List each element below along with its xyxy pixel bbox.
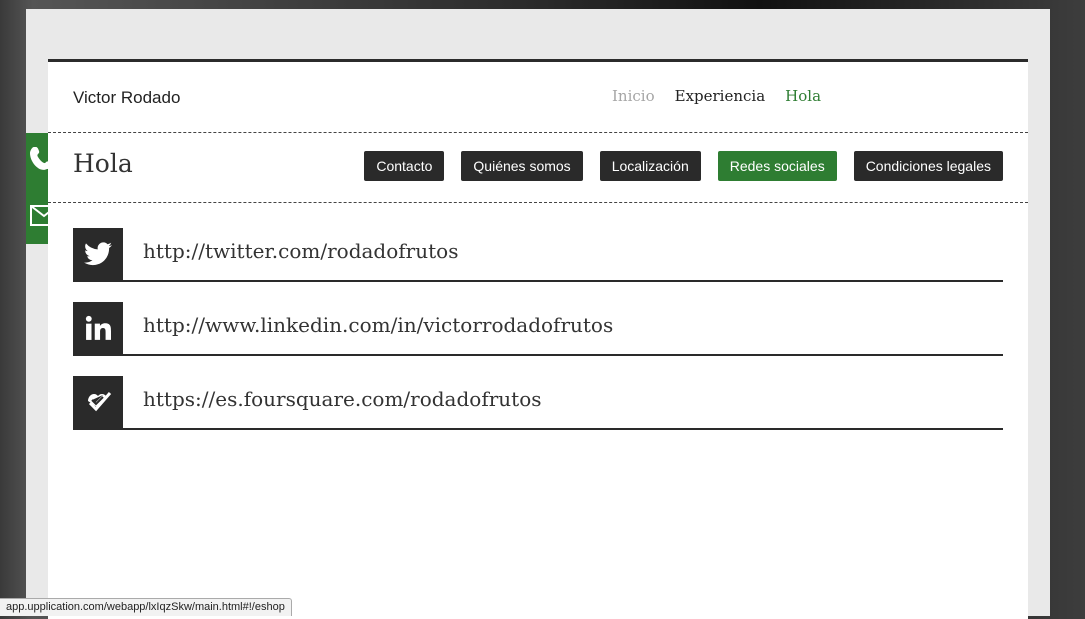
phone-icon — [30, 147, 48, 170]
tab-contacto[interactable]: Contacto — [364, 151, 445, 181]
social-row-foursquare: https://es.foursquare.com/rodadofrutos — [73, 376, 1003, 430]
brand-title[interactable]: Victor Rodado — [73, 88, 180, 108]
linkedin-icon — [73, 302, 123, 354]
section-divider — [48, 202, 1028, 203]
top-nav: Inicio Experiencia Hola — [612, 87, 821, 105]
foursquare-icon — [73, 376, 123, 428]
twitter-link[interactable]: http://twitter.com/rodadofrutos — [143, 239, 458, 263]
nav-item-hola[interactable]: Hola — [785, 87, 821, 105]
mail-icon — [30, 205, 48, 226]
tab-quienes-somos[interactable]: Quiénes somos — [461, 151, 583, 181]
nav-item-inicio[interactable]: Inicio — [612, 87, 655, 105]
tab-redes-sociales[interactable]: Redes sociales — [717, 151, 837, 181]
linkedin-link[interactable]: http://www.linkedin.com/in/victorrodadof… — [143, 313, 613, 337]
social-row-linkedin: http://www.linkedin.com/in/victorrodadof… — [73, 302, 1003, 356]
social-row-twitter: http://twitter.com/rodadofrutos — [73, 228, 1003, 282]
page-title: Hola — [73, 149, 133, 178]
foursquare-link[interactable]: https://es.foursquare.com/rodadofrutos — [143, 387, 542, 411]
nav-item-experiencia[interactable]: Experiencia — [675, 87, 766, 105]
header-divider — [48, 132, 1028, 133]
side-phone-button[interactable] — [26, 133, 48, 189]
app-page: Victor Rodado Inicio Experiencia Hola Ho… — [48, 59, 1028, 619]
tab-localizacion[interactable]: Localización — [599, 151, 701, 181]
side-mail-button[interactable] — [26, 188, 48, 244]
social-links-list: http://twitter.com/rodadofrutos http://w… — [73, 228, 1003, 450]
status-bar-url: app.upplication.com/webapp/lxIqzSkw/main… — [0, 598, 292, 616]
section-tabs: Contacto Quiénes somos Localización Rede… — [364, 151, 1003, 181]
twitter-icon — [73, 228, 123, 280]
tab-condiciones-legales[interactable]: Condiciones legales — [853, 151, 1003, 181]
